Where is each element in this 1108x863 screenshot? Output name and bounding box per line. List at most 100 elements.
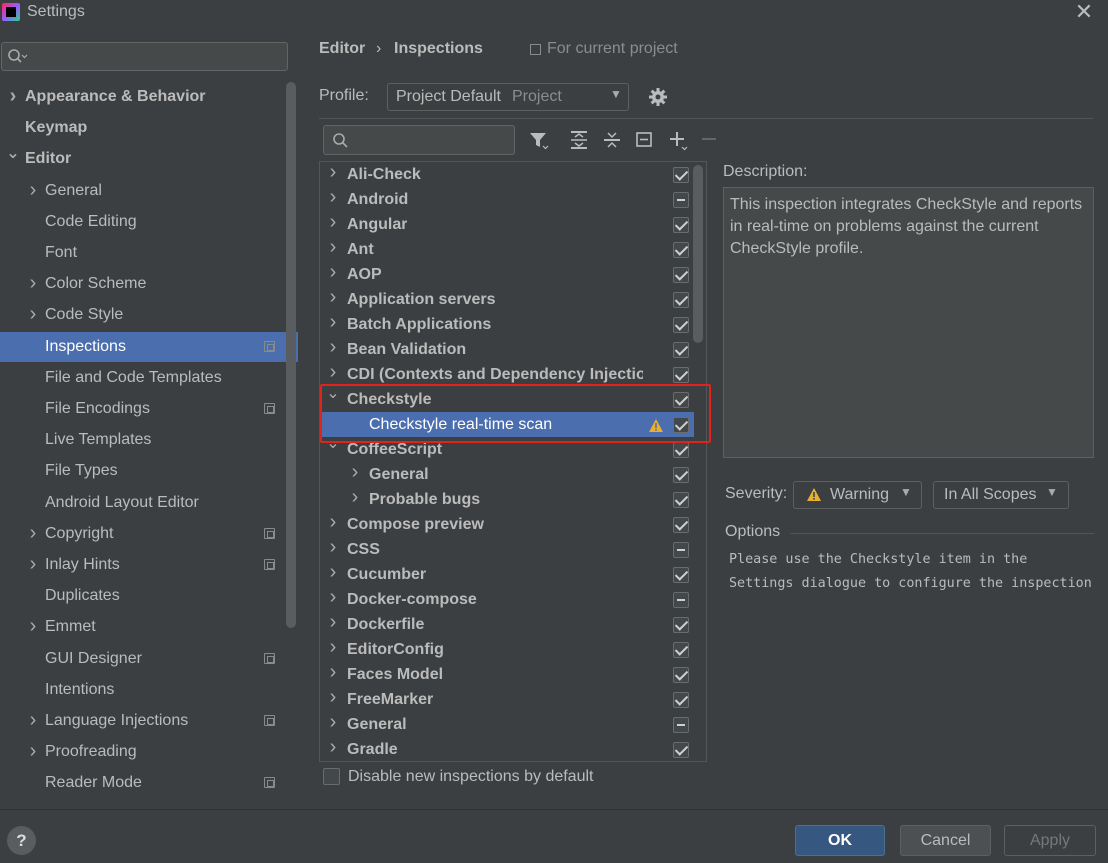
inspection-row-checkstyle[interactable]: ⌄ Checkstyle <box>320 385 694 412</box>
inspection-checkbox[interactable] <box>673 292 689 308</box>
sidebar-item-editor[interactable]: ⌄ Editor <box>0 144 298 174</box>
reset-icon[interactable] <box>635 130 655 150</box>
inspection-row-ali-check[interactable]: › Ali-Check <box>320 161 694 187</box>
chevron-right-icon[interactable]: › <box>326 585 340 610</box>
sidebar-item-file-and-code-templates[interactable]: File and Code Templates <box>0 363 298 393</box>
inspection-row-probable-bugs[interactable]: › Probable bugs <box>320 485 694 512</box>
sidebar-item-appearance-behavior[interactable]: › Appearance & Behavior <box>0 82 298 112</box>
inspection-checkbox[interactable] <box>673 667 689 683</box>
disable-new-inspections-label[interactable]: Disable new inspections by default <box>348 768 593 786</box>
inspection-row-faces-model[interactable]: › Faces Model <box>320 660 694 687</box>
inspection-row-gradle[interactable]: › Gradle <box>320 735 694 762</box>
sidebar-item-android-layout-editor[interactable]: Android Layout Editor <box>0 488 298 518</box>
chevron-right-icon[interactable]: › <box>326 235 340 260</box>
inspection-row-coffeescript[interactable]: ⌄ CoffeeScript <box>320 435 694 462</box>
inspection-row-dockerfile[interactable]: › Dockerfile <box>320 610 694 637</box>
chevron-right-icon[interactable]: › <box>326 535 340 560</box>
chevron-right-icon[interactable]: › <box>26 611 40 641</box>
chevron-right-icon[interactable]: › <box>26 518 40 548</box>
chevron-right-icon[interactable]: › <box>26 736 40 766</box>
add-icon[interactable] <box>668 130 688 151</box>
sidebar-search-input[interactable] <box>1 42 288 71</box>
sidebar-item-emmet[interactable]: › Emmet <box>0 612 298 642</box>
chevron-right-icon[interactable]: › <box>326 560 340 585</box>
inspection-checkbox[interactable] <box>673 492 689 508</box>
sidebar-item-inlay-hints[interactable]: › Inlay Hints <box>0 550 298 580</box>
inspection-row-application-servers[interactable]: › Application servers <box>320 286 694 312</box>
close-icon[interactable]: ✕ <box>1072 0 1096 24</box>
inspection-checkbox[interactable] <box>673 392 689 408</box>
inspection-row-cucumber[interactable]: › Cucumber <box>320 560 694 587</box>
inspection-row-compose-preview[interactable]: › Compose preview <box>320 510 694 537</box>
chevron-right-icon[interactable]: › <box>26 299 40 329</box>
chevron-right-icon[interactable]: › <box>348 485 362 510</box>
inspection-checkbox[interactable] <box>673 542 689 558</box>
inspection-checkbox[interactable] <box>673 642 689 658</box>
help-button[interactable]: ? <box>7 826 36 855</box>
cancel-button[interactable]: Cancel <box>900 825 991 856</box>
sidebar-item-gui-designer[interactable]: GUI Designer <box>0 644 298 674</box>
disable-new-inspections-checkbox[interactable] <box>323 768 340 785</box>
sidebar-item-general[interactable]: › General <box>0 176 298 206</box>
chevron-down-icon[interactable]: ⌄ <box>6 139 20 169</box>
chevron-right-icon[interactable]: › <box>326 635 340 660</box>
inspection-row-bean-validation[interactable]: › Bean Validation <box>320 335 694 362</box>
apply-button[interactable]: Apply <box>1004 825 1096 856</box>
chevron-right-icon[interactable]: › <box>326 685 340 710</box>
inspection-row-ant[interactable]: › Ant <box>320 235 694 262</box>
inspection-row-android[interactable]: › Android <box>320 185 694 212</box>
expand-all-icon[interactable] <box>569 130 589 150</box>
sidebar-item-keymap[interactable]: Keymap <box>0 113 298 143</box>
inspection-row-general[interactable]: › General <box>320 461 694 487</box>
chevron-right-icon[interactable]: › <box>326 335 340 360</box>
inspection-checkbox[interactable] <box>673 242 689 258</box>
sidebar-item-file-types[interactable]: File Types <box>0 456 298 486</box>
inspection-checkbox[interactable] <box>673 367 689 383</box>
inspection-checkbox[interactable] <box>673 317 689 333</box>
sidebar-scrollbar[interactable] <box>286 82 296 628</box>
inspection-row-cdi-contexts-and-dependency-injectio[interactable]: › CDI (Contexts and Dependency Injectio <box>320 361 694 387</box>
inspection-row-aop[interactable]: › AOP <box>320 261 694 287</box>
chevron-right-icon[interactable]: › <box>26 175 40 205</box>
chevron-right-icon[interactable]: › <box>326 610 340 635</box>
inspection-checkbox[interactable] <box>673 567 689 583</box>
ok-button[interactable]: OK <box>795 825 885 856</box>
sidebar-item-duplicates[interactable]: Duplicates <box>0 581 298 611</box>
chevron-right-icon[interactable]: › <box>6 81 20 111</box>
inspection-checkbox[interactable] <box>673 692 689 708</box>
sidebar-item-intentions[interactable]: Intentions <box>0 675 298 705</box>
inspection-checkbox[interactable] <box>673 592 689 608</box>
chevron-down-icon[interactable]: ⌄ <box>326 431 340 456</box>
chevron-right-icon[interactable]: › <box>326 310 340 335</box>
breadcrumb-editor[interactable]: Editor <box>319 40 365 58</box>
inspection-row-docker-compose[interactable]: › Docker-compose <box>320 585 694 612</box>
inspections-search-input[interactable] <box>323 125 515 155</box>
chevron-right-icon[interactable]: › <box>326 510 340 535</box>
inspection-row-general[interactable]: › General <box>320 711 694 737</box>
inspection-row-freemarker[interactable]: › FreeMarker <box>320 685 694 712</box>
inspection-checkbox[interactable] <box>673 342 689 358</box>
inspections-scrollbar[interactable] <box>693 165 703 343</box>
sidebar-item-code-editing[interactable]: Code Editing <box>0 207 298 237</box>
inspection-row-css[interactable]: › CSS <box>320 535 694 562</box>
chevron-right-icon[interactable]: › <box>326 660 340 685</box>
inspection-checkbox[interactable] <box>673 267 689 283</box>
inspection-row-batch-applications[interactable]: › Batch Applications <box>320 310 694 337</box>
sidebar-item-color-scheme[interactable]: › Color Scheme <box>0 269 298 299</box>
remove-icon[interactable] <box>700 130 720 150</box>
inspection-checkbox[interactable] <box>673 442 689 458</box>
chevron-right-icon[interactable]: › <box>326 735 340 760</box>
collapse-all-icon[interactable] <box>602 130 622 150</box>
inspection-row-editorconfig[interactable]: › EditorConfig <box>320 635 694 662</box>
inspection-checkbox[interactable] <box>673 467 689 483</box>
chevron-right-icon[interactable]: › <box>326 185 340 210</box>
sidebar-item-reader-mode[interactable]: Reader Mode <box>0 768 298 798</box>
sidebar-item-file-encodings[interactable]: File Encodings <box>0 394 298 424</box>
sidebar-item-live-templates[interactable]: Live Templates <box>0 425 298 455</box>
inspection-checkbox[interactable] <box>673 417 689 433</box>
sidebar-item-inspections[interactable]: Inspections <box>0 331 298 362</box>
inspection-row-angular[interactable]: › Angular <box>320 211 694 237</box>
sidebar-item-copyright[interactable]: › Copyright <box>0 519 298 549</box>
inspection-row-checkstyle-real-time-scan[interactable]: Checkstyle real-time scan <box>320 412 694 437</box>
gear-icon[interactable] <box>648 87 668 107</box>
